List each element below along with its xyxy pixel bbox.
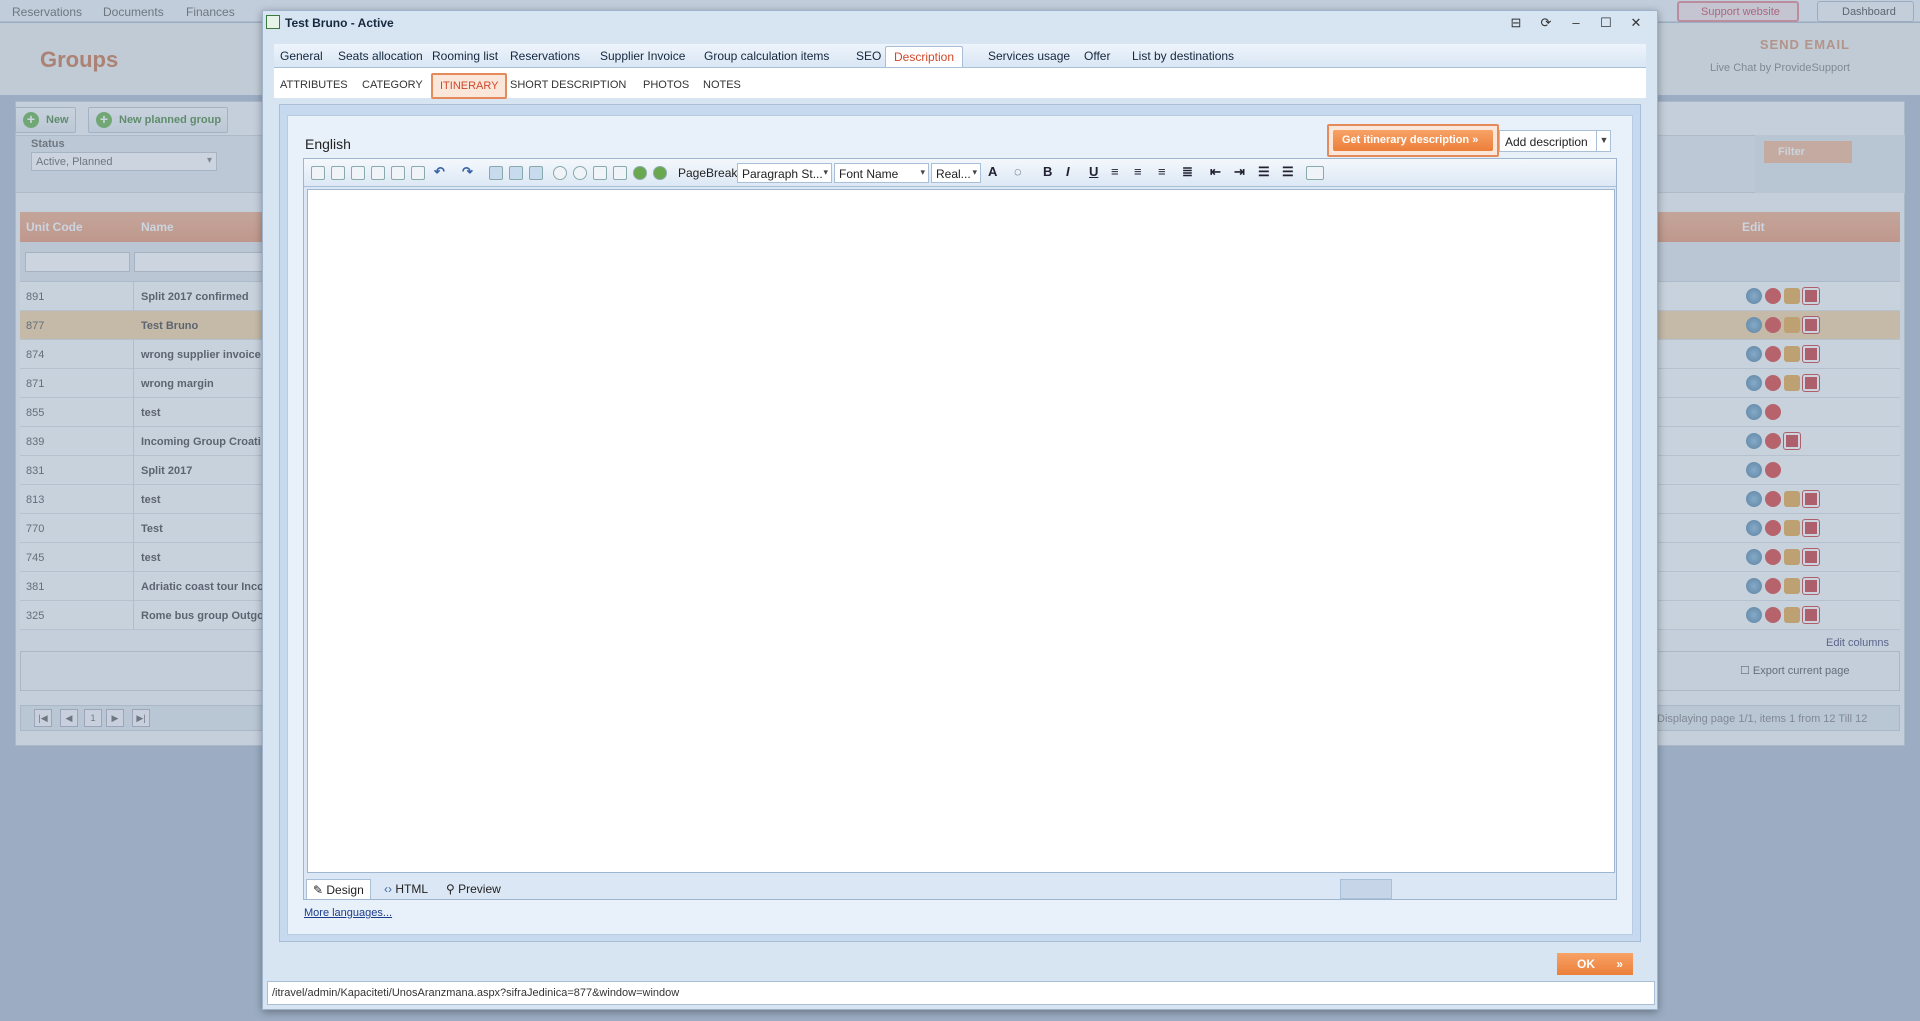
document-manager-icon[interactable] <box>593 166 607 180</box>
html-mode-button[interactable]: ‹› HTML <box>378 879 434 899</box>
refresh-icon[interactable]: ⟳ <box>1535 14 1557 32</box>
code-icon: ‹› <box>384 882 396 896</box>
tab-reservations[interactable]: Reservations <box>510 49 580 63</box>
subtab-short-description[interactable]: SHORT DESCRIPTION <box>510 79 626 91</box>
ok-button[interactable]: OK » <box>1557 953 1633 975</box>
dialog-title: Test Bruno - Active <box>266 15 394 30</box>
get-itinerary-label: Get itinerary description <box>1342 134 1470 146</box>
close-icon[interactable]: ✕ <box>1625 14 1647 32</box>
font-size-select[interactable]: Real... <box>931 163 981 183</box>
magnifier-icon: ⚲ <box>446 882 459 896</box>
highlight-color-icon[interactable]: ◌ <box>1014 164 1022 179</box>
group-dialog: Test Bruno - Active ⊟ ⟳ – ☐ ✕ General Se… <box>262 10 1658 1010</box>
dialog-title-text: Test Bruno - Active <box>285 16 394 30</box>
tab-services-usage[interactable]: Services usage <box>988 49 1070 63</box>
editor-view-toggle[interactable] <box>1340 879 1392 899</box>
more-languages-link[interactable]: More languages... <box>304 907 392 919</box>
image-map-icon[interactable] <box>509 166 523 180</box>
status-url-bar: /itravel/admin/Kapaciteti/UnosAranzmana.… <box>267 981 1655 1005</box>
italic-icon[interactable]: I <box>1066 164 1070 179</box>
table-icon[interactable] <box>1306 166 1324 180</box>
add-description-button[interactable]: Add description <box>1499 130 1611 152</box>
numbered-list-icon[interactable]: ☰ <box>1258 164 1270 180</box>
image-icon[interactable] <box>489 166 503 180</box>
redo-icon[interactable]: ↷ <box>462 164 473 180</box>
double-chevron-icon: » <box>1472 134 1479 146</box>
align-center-icon[interactable]: ≡ <box>1134 164 1142 179</box>
tab-seats-allocation[interactable]: Seats allocation <box>338 49 423 63</box>
language-label: English <box>305 136 351 152</box>
ok-label: OK <box>1577 957 1595 971</box>
media-icon[interactable] <box>573 166 587 180</box>
tab-seo[interactable]: SEO <box>856 49 881 63</box>
sub-tabs: ATTRIBUTES CATEGORY ITINERARY SHORT DESC… <box>274 68 1646 99</box>
paste-html-icon[interactable] <box>411 166 425 180</box>
minimize-icon[interactable]: – <box>1565 14 1587 32</box>
subtab-photos[interactable]: PHOTOS <box>643 79 689 91</box>
pin-icon[interactable]: ⊟ <box>1505 14 1527 32</box>
subtab-notes[interactable]: NOTES <box>703 79 741 91</box>
remove-link-icon[interactable] <box>653 166 667 180</box>
bulleted-list-icon[interactable]: ☰ <box>1282 164 1294 180</box>
html-label: HTML <box>395 882 428 896</box>
align-right-icon[interactable]: ≡ <box>1158 164 1166 179</box>
cut-icon[interactable] <box>311 166 325 180</box>
editor-toolbar: ↶ ↷ PageBreak Paragraph St... Font Name … <box>304 159 1616 187</box>
flash-icon[interactable] <box>553 166 567 180</box>
main-tabs: General Seats allocation Rooming list Re… <box>274 44 1646 68</box>
maximize-icon[interactable]: ☐ <box>1595 14 1617 32</box>
undo-icon[interactable]: ↶ <box>434 164 445 180</box>
design-mode-button[interactable]: ✎ Design <box>306 879 371 899</box>
paste-text-icon[interactable] <box>371 166 385 180</box>
double-chevron-icon: » <box>1616 957 1624 971</box>
preview-label: Preview <box>458 882 501 896</box>
get-itinerary-highlight: Get itinerary description » <box>1327 124 1499 157</box>
document-icon <box>266 15 280 29</box>
design-label: Design <box>326 883 364 897</box>
tab-group-calculation-items[interactable]: Group calculation items <box>704 49 829 63</box>
justify-icon[interactable]: ≣ <box>1182 164 1193 180</box>
subtab-category[interactable]: CATEGORY <box>362 79 423 91</box>
hyperlink-icon[interactable] <box>633 166 647 180</box>
paragraph-style-select[interactable]: Paragraph St... <box>737 163 832 183</box>
underline-icon[interactable]: U <box>1089 164 1098 179</box>
editor-mode-bar: ✎ Design ‹› HTML ⚲ Preview <box>304 875 1616 899</box>
font-color-icon[interactable]: A <box>988 164 997 179</box>
preview-mode-button[interactable]: ⚲ Preview <box>440 879 507 899</box>
page-break-button[interactable]: PageBreak <box>678 166 737 180</box>
image-manager-icon[interactable] <box>529 166 543 180</box>
paste-icon[interactable] <box>351 166 365 180</box>
tab-supplier-invoice[interactable]: Supplier Invoice <box>600 49 685 63</box>
tab-rooming-list[interactable]: Rooming list <box>432 49 498 63</box>
bold-icon[interactable]: B <box>1043 164 1052 179</box>
get-itinerary-button[interactable]: Get itinerary description » <box>1333 130 1493 151</box>
subtab-itinerary[interactable]: ITINERARY <box>431 73 508 99</box>
template-icon[interactable] <box>613 166 627 180</box>
tab-offer[interactable]: Offer <box>1084 49 1110 63</box>
editor-content-area[interactable] <box>307 189 1615 873</box>
outdent-icon[interactable]: ⇤ <box>1210 164 1221 180</box>
tab-list-by-destinations[interactable]: List by destinations <box>1132 49 1234 63</box>
tab-description[interactable]: Description <box>885 46 964 67</box>
tab-general[interactable]: General <box>280 49 323 63</box>
subtab-attributes[interactable]: ATTRIBUTES <box>280 79 348 91</box>
paste-word-icon[interactable] <box>391 166 405 180</box>
align-left-icon[interactable]: ≡ <box>1111 164 1119 179</box>
copy-icon[interactable] <box>331 166 345 180</box>
chevron-down-icon[interactable]: ▼ <box>1596 130 1611 152</box>
font-name-select[interactable]: Font Name <box>834 163 929 183</box>
indent-icon[interactable]: ⇥ <box>1234 164 1245 180</box>
pencil-icon: ✎ <box>313 883 327 897</box>
